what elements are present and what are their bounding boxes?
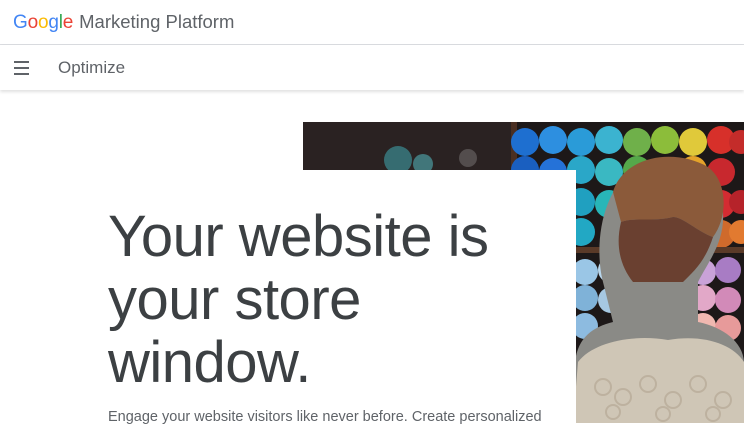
logo-letter: o (27, 11, 39, 33)
hero-headline: Your website is your store window. (108, 204, 489, 395)
top-bar: Google Marketing Platform (0, 0, 744, 45)
logo-letter: e (62, 11, 74, 33)
google-marketing-platform-logo[interactable]: Google Marketing Platform (13, 11, 234, 34)
logo-letter: g (48, 11, 59, 33)
section-title[interactable]: Optimize (58, 58, 125, 78)
hamburger-menu-icon[interactable] (14, 60, 34, 75)
product-name: Marketing Platform (79, 10, 235, 32)
logo-letter: o (37, 11, 49, 33)
sub-header: Optimize (0, 45, 744, 90)
google-logo: Google (13, 12, 73, 34)
logo-letter: G (13, 11, 28, 33)
